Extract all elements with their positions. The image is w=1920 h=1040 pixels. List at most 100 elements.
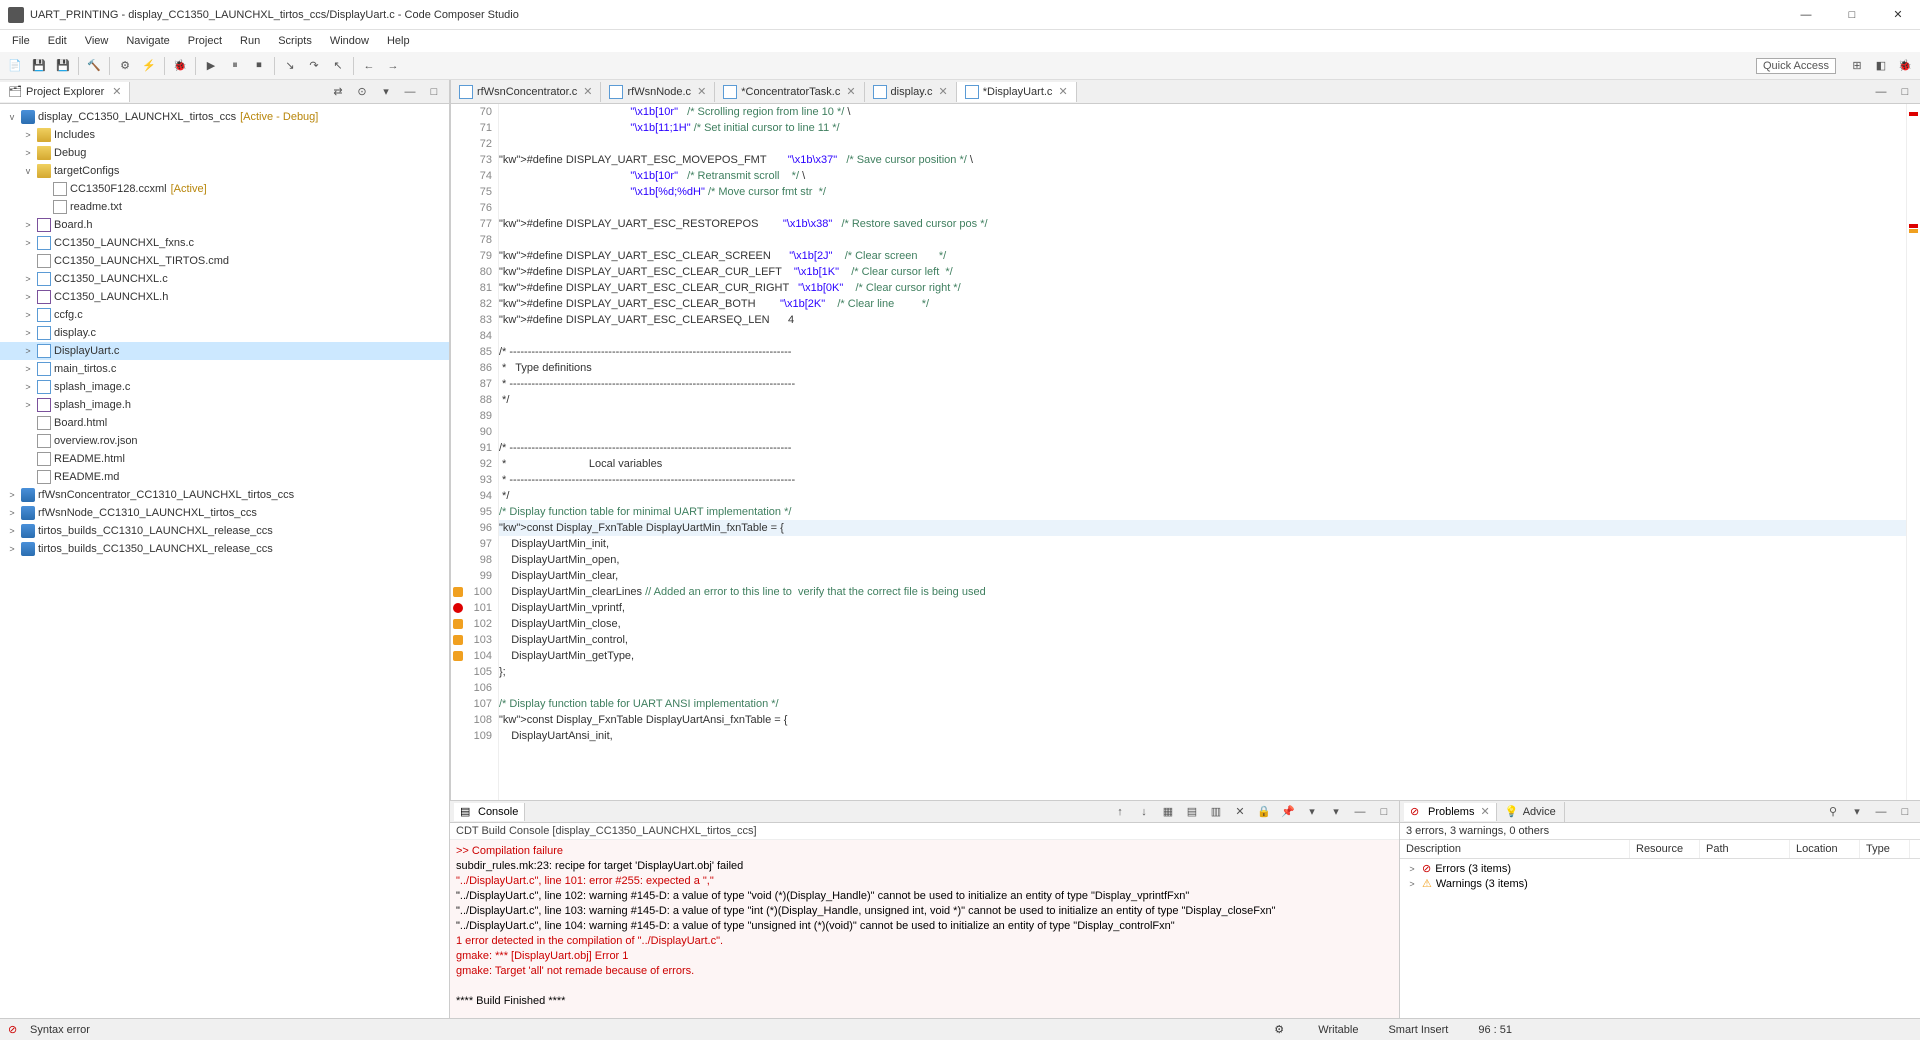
tree-item[interactable]: >CC1350_LAUNCHXL.h: [0, 288, 449, 306]
display-selected-icon[interactable]: ▾: [1301, 801, 1323, 823]
step-over-icon[interactable]: ↷: [303, 55, 325, 77]
link-editor-icon[interactable]: ⇄: [327, 81, 349, 103]
close-tab-icon[interactable]: ✕: [583, 85, 592, 98]
tree-item[interactable]: README.html: [0, 450, 449, 468]
console-opt3-icon[interactable]: ▥: [1205, 801, 1227, 823]
maximize-editor-icon[interactable]: □: [1894, 81, 1916, 103]
console-tab[interactable]: ▤ Console: [454, 803, 525, 821]
save-all-icon[interactable]: 💾: [52, 55, 74, 77]
menu-window[interactable]: Window: [322, 33, 377, 49]
tree-item[interactable]: >display.c: [0, 324, 449, 342]
editor-tab[interactable]: *DisplayUart.c✕: [957, 82, 1077, 102]
focus-icon[interactable]: ⊙: [351, 81, 373, 103]
close-tab-icon[interactable]: ✕: [846, 85, 855, 98]
open-console-icon[interactable]: ▾: [1325, 801, 1347, 823]
tree-item[interactable]: CC1350F128.ccxml[Active]: [0, 180, 449, 198]
problems-column[interactable]: Type: [1860, 840, 1910, 858]
tree-item[interactable]: vdisplay_CC1350_LAUNCHXL_tirtos_ccs[Acti…: [0, 108, 449, 126]
menu-run[interactable]: Run: [232, 33, 268, 49]
build-status-icon[interactable]: ⚙: [1274, 1023, 1288, 1037]
debug-icon[interactable]: 🐞: [169, 55, 191, 77]
close-icon[interactable]: ✕: [1480, 805, 1489, 818]
view-menu-icon[interactable]: ▾: [375, 81, 397, 103]
maximize-console-icon[interactable]: □: [1373, 801, 1395, 823]
console-opt2-icon[interactable]: ▤: [1181, 801, 1203, 823]
problems-column[interactable]: Path: [1700, 840, 1790, 858]
project-tree[interactable]: vdisplay_CC1350_LAUNCHXL_tirtos_ccs[Acti…: [0, 104, 449, 1018]
code-editor[interactable]: "\x1b[10r" /* Scrolling region from line…: [499, 104, 1906, 800]
maximize-button[interactable]: □: [1838, 5, 1866, 25]
clear-console-icon[interactable]: ✕: [1229, 801, 1251, 823]
menu-navigate[interactable]: Navigate: [118, 33, 177, 49]
problems-rows[interactable]: >⊘Errors (3 items)>⚠Warnings (3 items): [1400, 859, 1920, 893]
pin-console-icon[interactable]: 📌: [1277, 801, 1299, 823]
problems-column[interactable]: Description: [1400, 840, 1630, 858]
maximize-view-icon[interactable]: □: [423, 81, 445, 103]
tree-item[interactable]: >rfWsnNode_CC1310_LAUNCHXL_tirtos_ccs: [0, 504, 449, 522]
target-config-icon[interactable]: ⚙: [114, 55, 136, 77]
console-opt1-icon[interactable]: ▦: [1157, 801, 1179, 823]
tree-item[interactable]: vtargetConfigs: [0, 162, 449, 180]
problems-column[interactable]: Resource: [1630, 840, 1700, 858]
tree-item[interactable]: >CC1350_LAUNCHXL.c: [0, 270, 449, 288]
build-icon[interactable]: 🔨: [83, 55, 105, 77]
filter-icon[interactable]: ⚲: [1822, 801, 1844, 823]
problems-group[interactable]: >⊘Errors (3 items): [1400, 861, 1920, 876]
save-icon[interactable]: 💾: [28, 55, 50, 77]
tree-item[interactable]: Board.html: [0, 414, 449, 432]
maximize-problems-icon[interactable]: □: [1894, 801, 1916, 823]
menu-file[interactable]: File: [4, 33, 38, 49]
forward-icon[interactable]: →: [382, 55, 404, 77]
advice-tab[interactable]: 💡 Advice: [1497, 802, 1565, 822]
overview-ruler[interactable]: [1906, 104, 1920, 800]
view-menu-icon[interactable]: ▾: [1846, 801, 1868, 823]
editor-tab[interactable]: display.c✕: [865, 82, 957, 102]
minimize-problems-icon[interactable]: —: [1870, 801, 1892, 823]
tree-item[interactable]: readme.txt: [0, 198, 449, 216]
close-icon[interactable]: ✕: [112, 85, 121, 98]
problems-column[interactable]: Location: [1790, 840, 1860, 858]
minimize-console-icon[interactable]: —: [1349, 801, 1371, 823]
tree-item[interactable]: overview.rov.json: [0, 432, 449, 450]
tree-item[interactable]: CC1350_LAUNCHXL_TIRTOS.cmd: [0, 252, 449, 270]
tree-item[interactable]: >rfWsnConcentrator_CC1310_LAUNCHXL_tirto…: [0, 486, 449, 504]
minimize-button[interactable]: —: [1792, 5, 1820, 25]
close-tab-icon[interactable]: ✕: [939, 85, 948, 98]
tree-item[interactable]: >CC1350_LAUNCHXL_fxns.c: [0, 234, 449, 252]
tree-item[interactable]: >splash_image.h: [0, 396, 449, 414]
tree-item[interactable]: >main_tirtos.c: [0, 360, 449, 378]
menu-scripts[interactable]: Scripts: [270, 33, 320, 49]
menu-edit[interactable]: Edit: [40, 33, 75, 49]
scroll-down-icon[interactable]: ↓: [1133, 801, 1155, 823]
minimize-view-icon[interactable]: —: [399, 81, 421, 103]
tree-item[interactable]: >ccfg.c: [0, 306, 449, 324]
tree-item[interactable]: >splash_image.c: [0, 378, 449, 396]
new-icon[interactable]: 📄: [4, 55, 26, 77]
tree-item[interactable]: README.md: [0, 468, 449, 486]
tree-item[interactable]: >tirtos_builds_CC1310_LAUNCHXL_release_c…: [0, 522, 449, 540]
quick-access-field[interactable]: Quick Access: [1756, 58, 1836, 74]
perspective-debug-icon[interactable]: 🐞: [1894, 55, 1916, 77]
close-tab-icon[interactable]: ✕: [1058, 85, 1067, 98]
console-output[interactable]: >> Compilation failuresubdir_rules.mk:23…: [450, 840, 1399, 1018]
close-tab-icon[interactable]: ✕: [697, 85, 706, 98]
scroll-lock-icon[interactable]: 🔒: [1253, 801, 1275, 823]
menu-project[interactable]: Project: [180, 33, 230, 49]
step-return-icon[interactable]: ↖: [327, 55, 349, 77]
perspective-ccs-icon[interactable]: ◧: [1870, 55, 1892, 77]
perspective-open-icon[interactable]: ⊞: [1846, 55, 1868, 77]
tree-item[interactable]: >Debug: [0, 144, 449, 162]
tree-item[interactable]: >DisplayUart.c: [0, 342, 449, 360]
editor-tab[interactable]: *ConcentratorTask.c✕: [715, 82, 864, 102]
tree-item[interactable]: >Includes: [0, 126, 449, 144]
stop-icon[interactable]: ⏹: [248, 55, 270, 77]
problems-tab[interactable]: ⊘ Problems ✕: [1404, 803, 1497, 821]
project-explorer-tab[interactable]: 🗂 Project Explorer ✕: [0, 82, 130, 102]
scroll-up-icon[interactable]: ↑: [1109, 801, 1131, 823]
step-into-icon[interactable]: ↘: [279, 55, 301, 77]
resume-icon[interactable]: ▶: [200, 55, 222, 77]
minimize-editor-icon[interactable]: —: [1870, 81, 1892, 103]
close-button[interactable]: ✕: [1884, 5, 1912, 25]
tree-item[interactable]: >Board.h: [0, 216, 449, 234]
editor-tab[interactable]: rfWsnNode.c✕: [601, 82, 715, 102]
